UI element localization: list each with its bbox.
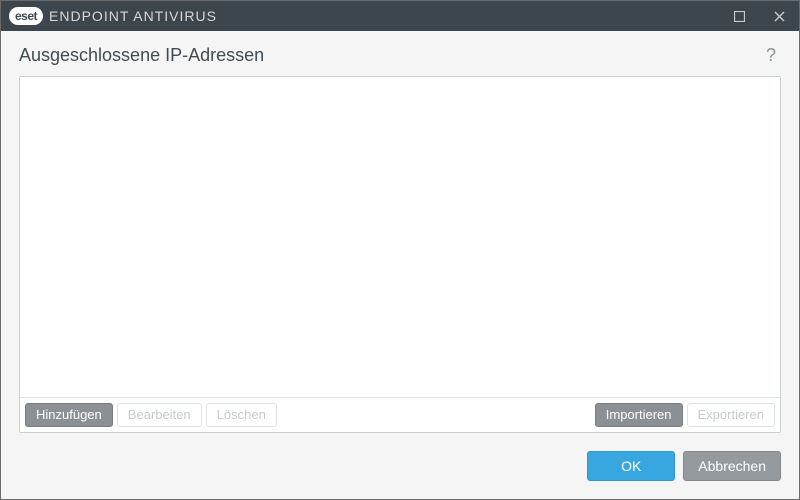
minimize-icon — [734, 11, 745, 22]
help-icon[interactable]: ? — [761, 45, 781, 66]
close-icon — [774, 11, 785, 22]
titlebar: eset ENDPOINT ANTIVIRUS — [1, 1, 799, 31]
delete-button: Löschen — [206, 403, 277, 427]
edit-button: Bearbeiten — [117, 403, 202, 427]
brand-badge: eset — [9, 7, 43, 25]
main: Hinzufügen Bearbeiten Löschen Importiere… — [1, 76, 799, 433]
page-title: Ausgeschlossene IP-Adressen — [19, 45, 761, 66]
export-button: Exportieren — [687, 403, 775, 427]
window-close-button[interactable] — [759, 1, 799, 31]
ip-list[interactable] — [20, 77, 780, 397]
ip-list-panel: Hinzufügen Bearbeiten Löschen Importiere… — [19, 76, 781, 433]
cancel-button[interactable]: Abbrechen — [683, 451, 781, 481]
add-button[interactable]: Hinzufügen — [25, 403, 113, 427]
footer: OK Abbrechen — [1, 433, 799, 499]
product-name: ENDPOINT ANTIVIRUS — [49, 8, 217, 24]
import-button[interactable]: Importieren — [595, 403, 683, 427]
header: Ausgeschlossene IP-Adressen ? — [1, 31, 799, 76]
list-toolbar: Hinzufügen Bearbeiten Löschen Importiere… — [20, 397, 780, 432]
ok-button[interactable]: OK — [587, 451, 675, 481]
window-minimize-button[interactable] — [719, 1, 759, 31]
